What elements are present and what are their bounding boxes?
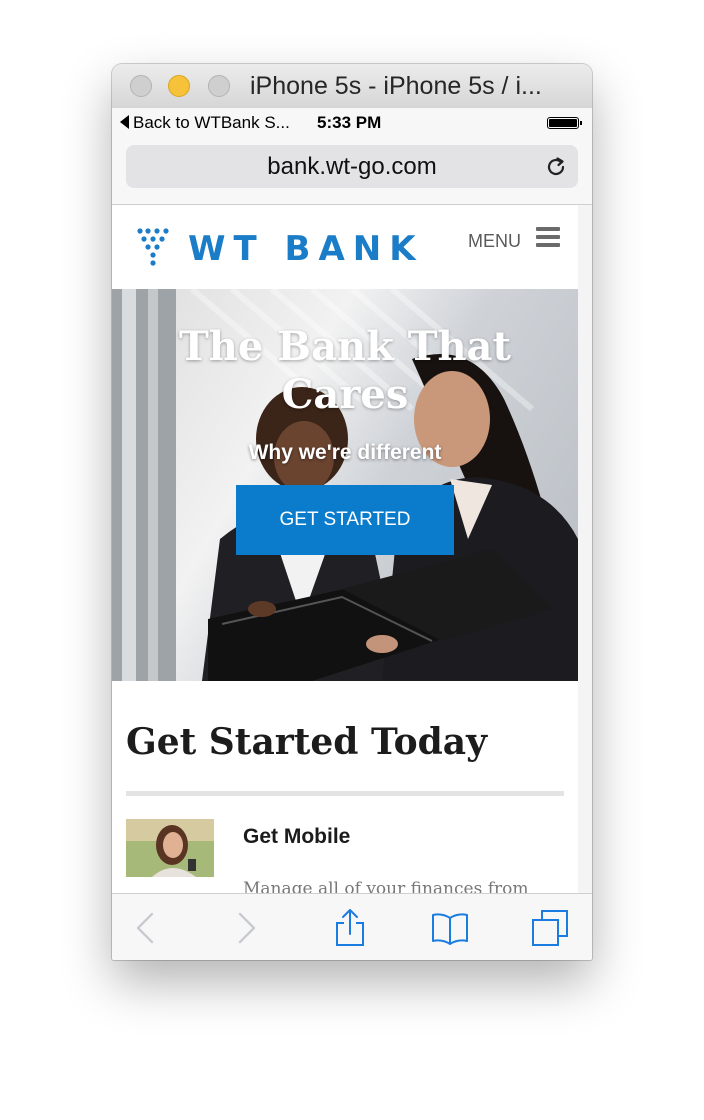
forward-icon[interactable]: [226, 908, 266, 948]
status-time: 5:33 PM: [317, 113, 382, 132]
safari-address-area: bank.wt-go.com: [112, 136, 592, 205]
minimize-window-button[interactable]: [168, 75, 190, 97]
share-icon[interactable]: [330, 908, 370, 948]
back-to-app-label: Back to WTBank S...: [133, 113, 290, 132]
back-arrow-icon: [120, 115, 129, 129]
hamburger-icon[interactable]: [536, 227, 560, 247]
window-titlebar: iPhone 5s - iPhone 5s / i...: [112, 64, 592, 109]
bookmarks-icon[interactable]: [430, 908, 470, 948]
reload-icon[interactable]: [544, 155, 568, 179]
feature-title[interactable]: Get Mobile: [243, 825, 350, 849]
feature-description: Manage all of your finances from: [243, 879, 529, 893]
simulator-window: iPhone 5s - iPhone 5s / i... Back to WTB…: [112, 64, 592, 960]
address-bar[interactable]: bank.wt-go.com: [126, 145, 578, 188]
site-header: WT BANK MENU: [112, 205, 578, 289]
back-icon[interactable]: [126, 908, 166, 948]
get-started-button[interactable]: GET STARTED: [236, 485, 454, 555]
menu-label[interactable]: MENU: [468, 231, 521, 252]
hero-title: The Bank That Cares: [179, 323, 511, 418]
web-page: WT BANK MENU The Bank That Cares Why we'…: [112, 205, 578, 893]
section-divider: [126, 791, 564, 796]
hero-subtitle[interactable]: Why we're different: [112, 441, 578, 465]
logo-text[interactable]: WT BANK: [188, 229, 424, 269]
url-text: bank.wt-go.com: [267, 153, 437, 180]
battery-icon: [547, 117, 582, 129]
window-title: iPhone 5s - iPhone 5s / i...: [250, 72, 542, 100]
section-title: Get Started Today: [126, 721, 488, 763]
close-window-button[interactable]: [130, 75, 152, 97]
ios-status-bar: Back to WTBank S... 5:33 PM: [112, 108, 592, 136]
back-to-app-link[interactable]: Back to WTBank S...: [120, 113, 290, 133]
feature-thumbnail: [126, 819, 214, 877]
safari-toolbar: [112, 893, 592, 960]
page-scrollbar[interactable]: [578, 205, 592, 893]
zoom-window-button[interactable]: [208, 75, 230, 97]
hero-banner: The Bank That Cares Why we're different …: [112, 289, 578, 681]
logo-mark-icon: [137, 228, 169, 266]
tabs-icon[interactable]: [530, 908, 570, 948]
